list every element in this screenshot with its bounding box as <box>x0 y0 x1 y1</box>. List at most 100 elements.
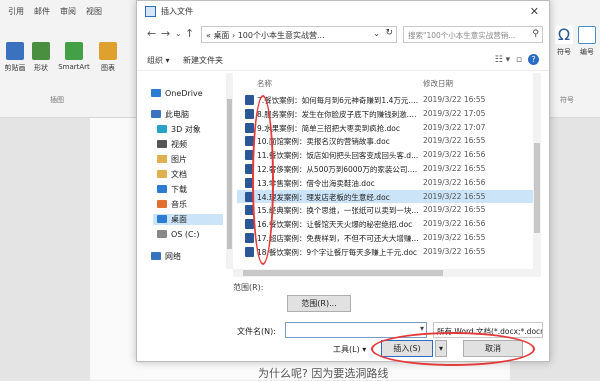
file-list: 名称 修改日期 7.餐饮案例：如何每月到6元神奇赚到1.4万元.d... 2019… <box>237 73 541 269</box>
nav-os-c[interactable]: OS (C:) <box>157 230 199 239</box>
navigation-pane: OneDrive 此电脑 3D 对象 视频 图片 文档 下载 音乐 桌面 OS … <box>137 73 233 269</box>
range-label: 范围(R): <box>233 283 264 292</box>
filename-label: 文件名(N): <box>237 327 276 336</box>
nav-scroll-thumb[interactable] <box>227 99 232 249</box>
nav-videos[interactable]: 视频 <box>157 139 187 150</box>
file-row[interactable]: 11.餐饮案例：饭店如何把头回客变成回头客.d... 2019/3/22 16:5… <box>237 148 533 162</box>
nav-onedrive[interactable]: OneDrive <box>151 89 203 98</box>
document-text: 为什么呢? 因为要选洞路线 <box>258 367 389 380</box>
tools-label: 工具(L) <box>333 345 360 354</box>
nav-label: OneDrive <box>165 89 203 98</box>
file-row[interactable]: 10.面馆案例：卖报名汉的营销故事.doc 2019/3/22 16:55 <box>237 134 533 148</box>
word-doc-icon <box>245 95 254 105</box>
file-row[interactable]: 17.超店案例：免费样到，不但不可还大大增赚... 2019/3/22 16:55 <box>237 231 533 245</box>
file-date: 2019/3/22 17:05 <box>423 108 486 118</box>
file-date: 2019/3/22 16:55 <box>423 136 486 146</box>
nav-label: 下载 <box>171 185 187 194</box>
annotation-oval-numbers <box>252 95 274 265</box>
view-options[interactable]: ☷ ▾ ▫? <box>495 54 539 65</box>
smartart-icon <box>65 42 83 60</box>
file-name: 12.奢侈案例：从500万到6000万的家装公司.d... <box>257 165 419 174</box>
chart-button[interactable]: 图表 <box>96 42 120 73</box>
file-name: 13.零售案例：借令出海卖鞋油.doc <box>257 178 375 188</box>
file-date: 2019/3/22 16:56 <box>423 177 486 187</box>
word-doc-icon <box>245 122 254 133</box>
range-button[interactable]: 范围(R)... <box>287 295 351 312</box>
file-row[interactable]: 12.奢侈案例：从500万到6000万的家装公司.d... 2019/3/22 1… <box>237 162 533 176</box>
address-bar[interactable]: « 桌面 › 100个小本生意实战营... ⌄ ↻ <box>201 26 397 43</box>
name-column-header[interactable]: 名称 <box>257 78 272 89</box>
recent-dropdown-icon[interactable]: ⌄ <box>175 29 182 38</box>
column-header: 名称 修改日期 <box>237 73 541 91</box>
cloud-icon <box>151 89 161 97</box>
tab-references[interactable]: 引用 <box>8 6 24 17</box>
symbols-group-label: 符号 <box>560 96 574 104</box>
search-icon: ⚲ <box>532 29 539 39</box>
nav-scrollbar[interactable] <box>226 73 233 269</box>
nav-this-pc[interactable]: 此电脑 <box>151 109 189 120</box>
nav-label: OS (C:) <box>171 230 200 239</box>
command-bar: 组织 ▾ 新建文件夹 ☷ ▾ ▫? <box>137 51 549 71</box>
file-row[interactable]: 9.水果案例：简单三招把大枣卖到疯抢.doc 2019/3/22 17:07 <box>237 121 533 135</box>
symbol-button[interactable]: Ω 符号 <box>554 26 574 57</box>
file-row[interactable]: 8.服务案例：发生在你脸皮子底下的赚钱刺激.d... 2019/3/22 17:0… <box>237 107 533 121</box>
chart-label: 图表 <box>101 64 115 72</box>
file-row[interactable]: 7.餐饮案例：如何每月到6元神奇赚到1.4万元.d... 2019/3/22 16… <box>237 93 533 107</box>
nav-3d-objects[interactable]: 3D 对象 <box>157 124 201 135</box>
file-name: 17.超店案例：免费样到，不但不可还大大增赚... <box>257 234 419 243</box>
up-arrow-icon[interactable]: ↑ <box>185 27 194 40</box>
word-doc-icon <box>245 246 254 257</box>
refresh-icon[interactable]: ↻ <box>385 28 393 38</box>
help-icon[interactable]: ? <box>528 54 539 65</box>
shapes-button[interactable]: 形状 <box>30 42 52 73</box>
clipart-button[interactable]: 剪贴画 <box>4 42 26 73</box>
back-arrow-icon[interactable]: ← <box>147 27 156 40</box>
file-row[interactable]: 15.经典案例：换个思维，一张纸可以卖到一块... 2019/3/22 16:55 <box>237 203 533 217</box>
shapes-label: 形状 <box>34 64 48 72</box>
nav-documents[interactable]: 文档 <box>157 169 187 180</box>
new-folder-button[interactable]: 新建文件夹 <box>183 55 223 66</box>
tools-button[interactable]: 工具(L) ▾ <box>333 344 366 355</box>
nav-label: 音乐 <box>171 200 187 209</box>
picture-icon <box>157 155 167 163</box>
shapes-icon <box>32 42 50 60</box>
smartart-button[interactable]: SmartArt <box>56 42 92 71</box>
dialog-titlebar: 插入文件 ✕ <box>137 1 549 23</box>
file-list-scrollbar[interactable] <box>533 73 541 269</box>
organize-button[interactable]: 组织 ▾ <box>147 55 170 66</box>
tab-view[interactable]: 视图 <box>86 6 102 17</box>
nav-desktop[interactable]: 桌面 <box>153 214 223 225</box>
horizontal-scroll-thumb[interactable] <box>243 270 443 276</box>
forward-arrow-icon[interactable]: → <box>161 27 170 40</box>
nav-label: 文档 <box>171 170 187 179</box>
file-date: 2019/3/22 16:55 <box>423 95 486 104</box>
document-icon <box>157 170 167 178</box>
file-date: 2019/3/22 16:55 <box>423 191 486 201</box>
file-date: 2019/3/22 16:56 <box>423 219 486 229</box>
word-doc-icon <box>245 108 254 119</box>
nav-pictures[interactable]: 图片 <box>157 154 187 165</box>
file-row[interactable]: 16.餐饮案例：让餐馆天天火爆的秘密绝招.doc 2019/3/22 16:56 <box>237 217 533 231</box>
filename-dropdown-icon[interactable]: ▾ <box>420 324 424 333</box>
nav-network[interactable]: 网络 <box>151 251 181 262</box>
file-row[interactable]: 14.理发案例：理发店老板的生意经.doc 2019/3/22 16:55 <box>237 189 533 204</box>
address-chevron-icon[interactable]: ⌄ <box>373 29 380 38</box>
tab-mailings[interactable]: 邮件 <box>34 6 50 17</box>
symbol-label: 符号 <box>557 48 571 56</box>
close-icon[interactable]: ✕ <box>530 5 539 18</box>
numbering-button[interactable]: 编号 <box>576 26 598 57</box>
music-icon <box>157 200 167 208</box>
file-name: 15.经典案例：换个思维，一张纸可以卖到一块... <box>257 206 419 216</box>
computer-icon <box>151 110 161 118</box>
file-list-scroll-thumb[interactable] <box>534 143 540 233</box>
search-input[interactable]: 搜索"100个小本生意实战营销... ⚲ <box>403 26 543 43</box>
nav-music[interactable]: 音乐 <box>157 199 187 210</box>
horizontal-scrollbar[interactable] <box>233 269 541 277</box>
date-column-header[interactable]: 修改日期 <box>423 78 453 89</box>
file-row[interactable]: 18.餐饮案例：9个字让餐厅每天多赚上千元.doc 2019/3/22 16:55 <box>237 245 533 259</box>
tab-review[interactable]: 审阅 <box>60 6 76 17</box>
search-placeholder: 搜索"100个小本生意实战营销... <box>408 31 516 40</box>
file-date: 2019/3/22 16:55 <box>423 233 486 242</box>
file-row[interactable]: 13.零售案例：借令出海卖鞋油.doc 2019/3/22 16:56 <box>237 176 533 190</box>
nav-downloads[interactable]: 下载 <box>157 184 187 195</box>
